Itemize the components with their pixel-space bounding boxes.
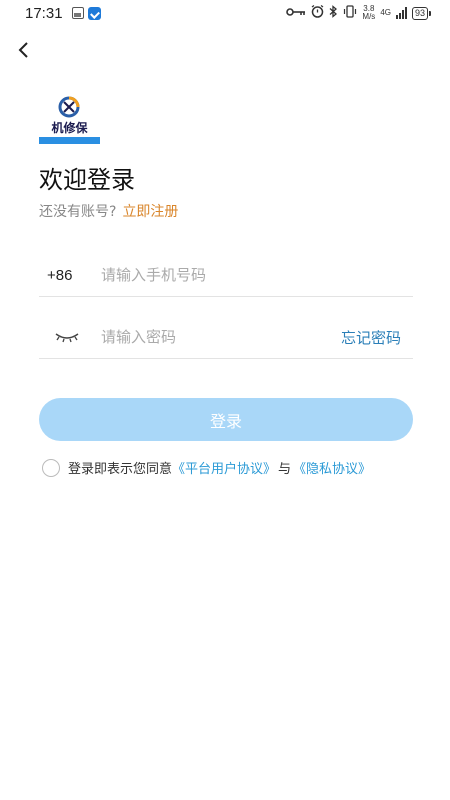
back-button[interactable] — [14, 38, 34, 62]
network-type: 4G — [380, 8, 391, 17]
alarm-icon — [311, 4, 324, 21]
privacy-agreement-link[interactable]: 《隐私协议》 — [293, 458, 371, 477]
password-input[interactable] — [101, 322, 341, 352]
logo-text: 机修保 — [51, 121, 88, 135]
no-account-text: 还没有账号? — [39, 204, 117, 220]
agreement-prefix: 登录即表示您同意 — [68, 462, 173, 477]
app-notification-icon — [88, 7, 101, 20]
user-agreement-link[interactable]: 《平台用户协议》 — [172, 458, 276, 477]
agreement-checkbox[interactable] — [42, 458, 60, 477]
status-left-icons — [72, 7, 101, 20]
eye-closed-icon — [55, 333, 79, 343]
phone-input[interactable] — [101, 260, 413, 290]
password-field-row: 忘记密码 — [39, 316, 413, 359]
agreement-row: 登录即表示您同意 《平台用户协议》 与 《隐私协议》 — [42, 458, 371, 477]
key-icon — [286, 7, 306, 20]
phone-field-row: +86 — [39, 254, 413, 297]
bluetooth-icon — [329, 5, 338, 21]
page-title: 欢迎登录 — [39, 166, 135, 194]
vibrate-icon — [343, 5, 357, 21]
app-logo: 机修保 — [39, 94, 100, 144]
logo-emblem-icon — [58, 96, 80, 118]
speed-unit: M/s — [362, 12, 376, 21]
forgot-password-link[interactable]: 忘记密码 — [341, 327, 401, 348]
password-visibility-toggle[interactable] — [39, 322, 101, 352]
signal-icon — [395, 7, 407, 19]
chevron-left-icon — [18, 42, 28, 58]
image-icon — [72, 7, 84, 19]
register-prompt: 还没有账号? 立即注册 — [39, 201, 178, 221]
status-bar: 17:31 3.8 M/s 4G 93 — [0, 0, 450, 28]
login-button[interactable]: 登录 — [39, 398, 413, 441]
status-time: 17:31 — [25, 5, 63, 22]
country-code[interactable]: +86 — [39, 267, 101, 284]
register-link[interactable]: 立即注册 — [122, 204, 178, 220]
battery-icon: 93 — [411, 6, 432, 20]
network-speed: 3.8 M/s — [362, 5, 375, 21]
agreement-and-text: 与 — [278, 462, 292, 477]
logo-bar — [39, 137, 100, 144]
status-right-icons: 3.8 M/s 4G 93 — [286, 4, 432, 21]
